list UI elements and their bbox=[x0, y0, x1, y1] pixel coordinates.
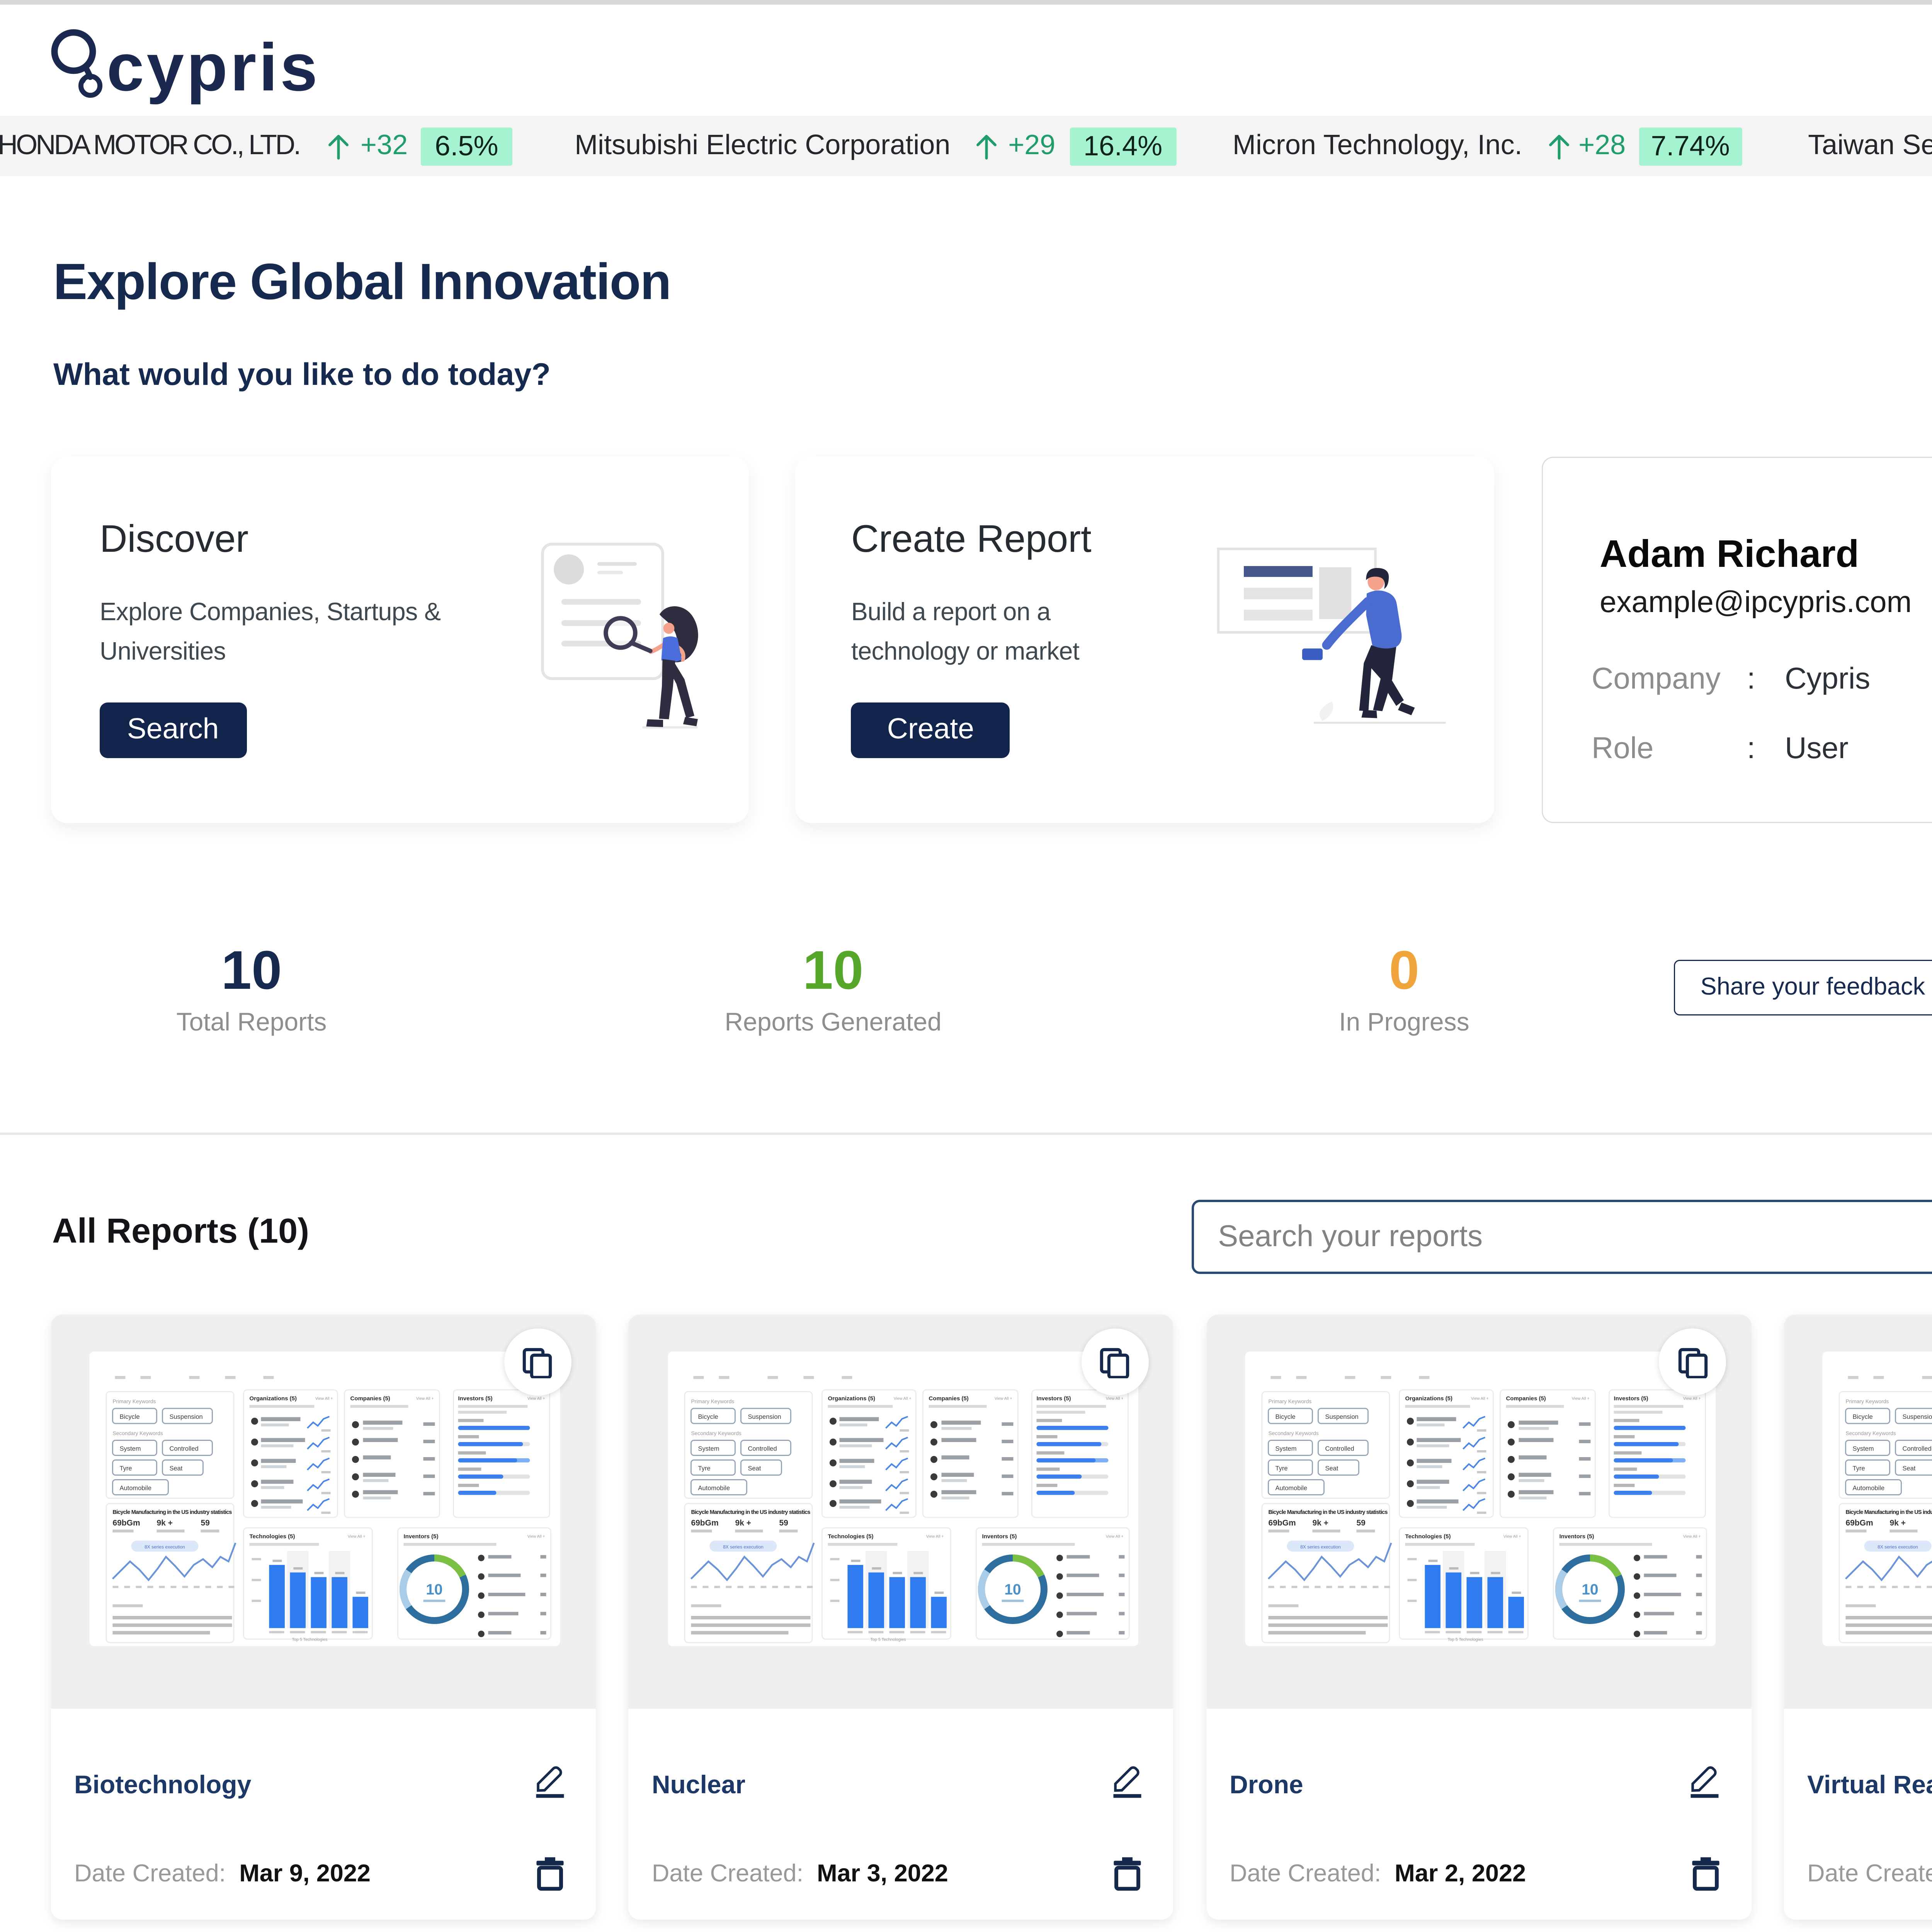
svg-text:cypris: cypris bbox=[107, 29, 320, 105]
